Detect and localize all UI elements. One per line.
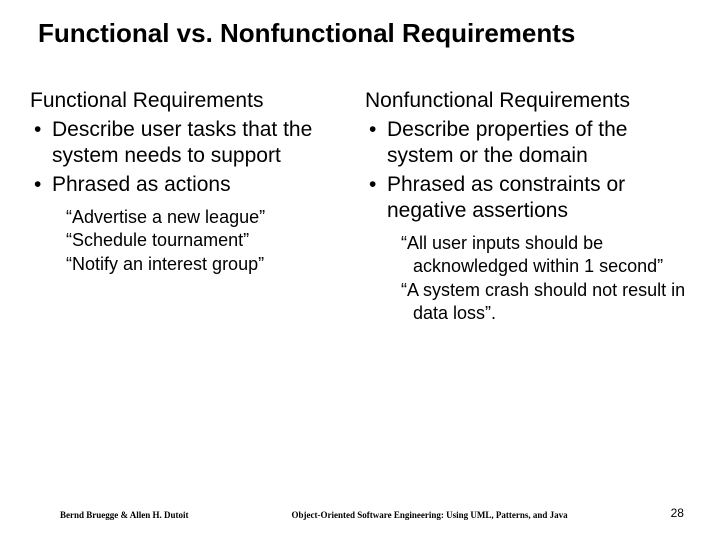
- list-item: Phrased as actions: [30, 172, 355, 198]
- left-quotes: “Advertise a new league” “Schedule tourn…: [30, 206, 355, 276]
- quote-item: “Schedule tournament”: [66, 229, 355, 252]
- left-heading: Functional Requirements: [30, 89, 355, 113]
- right-column: Nonfunctional Requirements Describe prop…: [365, 89, 690, 326]
- footer-book-title: Object-Oriented Software Engineering: Us…: [292, 510, 568, 520]
- left-column: Functional Requirements Describe user ta…: [30, 89, 355, 326]
- list-item: Phrased as constraints or negative asser…: [365, 172, 690, 225]
- list-item: Describe properties of the system or the…: [365, 117, 690, 170]
- content-columns: Functional Requirements Describe user ta…: [30, 89, 690, 326]
- slide: Functional vs. Nonfunctional Requirement…: [0, 0, 720, 540]
- right-bullets: Describe properties of the system or the…: [365, 117, 690, 224]
- list-item: Describe user tasks that the system need…: [30, 117, 355, 170]
- left-bullets: Describe user tasks that the system need…: [30, 117, 355, 198]
- footer-authors: Bernd Bruegge & Allen H. Dutoit: [60, 510, 189, 520]
- right-heading: Nonfunctional Requirements: [365, 89, 690, 113]
- quote-item: “Notify an interest group”: [66, 253, 355, 276]
- quote-item: “Advertise a new league”: [66, 206, 355, 229]
- right-quotes: “All user inputs should be acknowledged …: [365, 232, 690, 326]
- quote-item: “A system crash should not result in dat…: [401, 279, 690, 326]
- slide-title: Functional vs. Nonfunctional Requirement…: [38, 18, 690, 49]
- quote-item: “All user inputs should be acknowledged …: [401, 232, 690, 279]
- footer-page-number: 28: [671, 506, 684, 520]
- footer: Bernd Bruegge & Allen H. Dutoit Object-O…: [0, 506, 720, 520]
